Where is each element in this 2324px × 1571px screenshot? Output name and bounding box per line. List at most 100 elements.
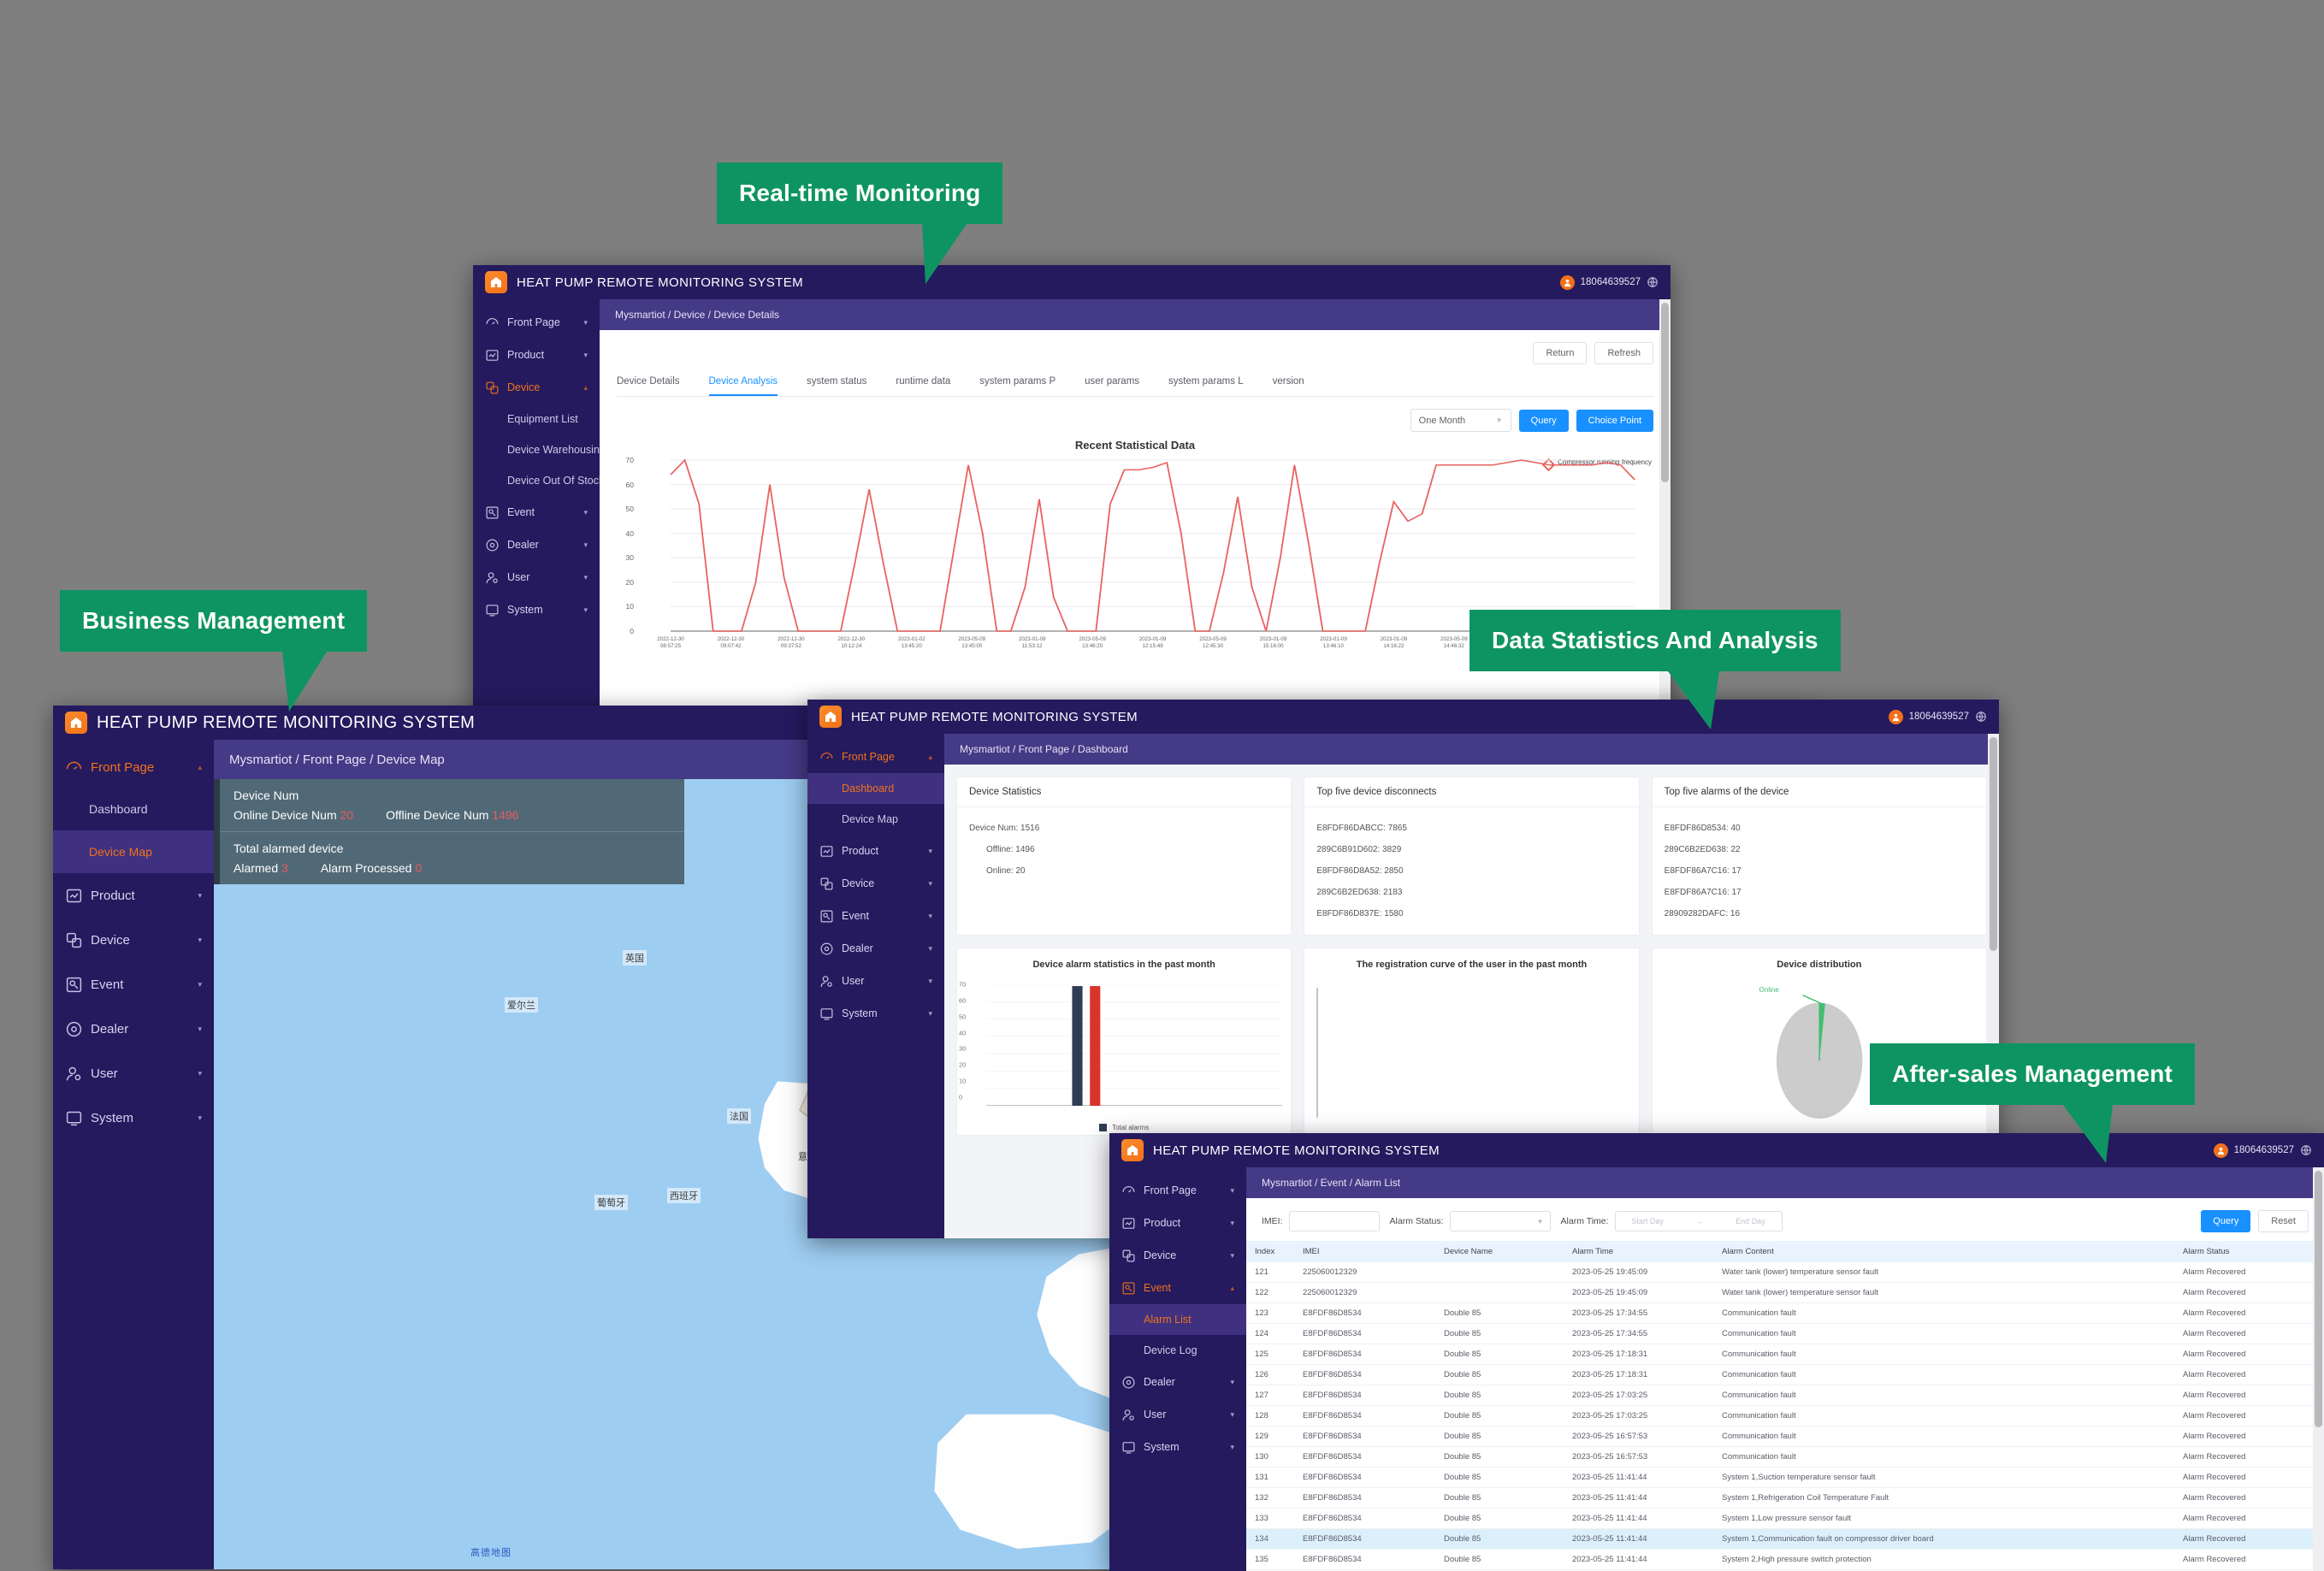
sidebar-subitem-equipment-list[interactable]: Equipment List [473,404,600,434]
cell-imei: E8FDF86D8534 [1294,1365,1435,1385]
imei-input[interactable] [1289,1211,1380,1231]
sidebar-item-device[interactable]: Device ▾ [1109,1239,1246,1272]
tab-system-params-l[interactable]: system params L [1168,376,1244,396]
tab-device-details[interactable]: Device Details [617,376,680,396]
sidebar-item-event[interactable]: Event ▾ [807,900,944,932]
range-select[interactable]: One Month ▼ [1410,409,1511,432]
tab-system-params-p[interactable]: system params P [979,376,1056,396]
table-row[interactable]: 129E8FDF86D8534Double 852023-05-25 16:57… [1246,1426,2324,1447]
sidebar-item-dealer[interactable]: Dealer ▾ [1109,1366,1246,1398]
sidebar-item-device[interactable]: Device ▴ [473,371,600,404]
sidebar-item-front-page[interactable]: Front Page ▴ [53,747,214,788]
cell-device-name: Double 85 [1435,1488,1564,1509]
sidebar-subitem-dashboard[interactable]: Dashboard [807,773,944,804]
query-button[interactable]: Query [1519,410,1569,432]
sidebar-item-user[interactable]: User ▾ [473,561,600,594]
chevron-down-icon: ▾ [1223,1410,1234,1420]
cell-alarm-time: 2023-05-25 17:03:25 [1564,1406,1713,1426]
sidebar-label: Device [507,381,540,393]
sidebar-subitem-device-out-of-stock[interactable]: Device Out Of Stock [473,465,600,496]
sidebar-item-system[interactable]: System ▾ [473,594,600,626]
table-row[interactable]: 1222250600123292023-05-25 19:45:09Water … [1246,1283,2324,1303]
sidebar[interactable]: Front Page ▴ Dashboard Device Map Produc… [53,740,214,1569]
query-button[interactable]: Query [2201,1210,2250,1232]
table-row[interactable]: 135E8FDF86D8534Double 852023-05-25 11:41… [1246,1550,2324,1570]
sidebar-item-front-page[interactable]: Front Page ▴ [807,741,944,773]
sidebar-item-dealer[interactable]: Dealer ▾ [807,932,944,965]
tab-runtime-data[interactable]: runtime data [896,376,950,396]
gauge-icon [1121,1184,1136,1198]
sidebar[interactable]: Front Page ▴ Dashboard Device Map Produc… [807,734,944,1238]
table-row[interactable]: 126E8FDF86D8534Double 852023-05-25 17:18… [1246,1365,2324,1385]
sidebar-item-product[interactable]: Product ▾ [1109,1207,1246,1239]
sidebar-item-product[interactable]: Product ▾ [53,873,214,918]
sidebar-item-system[interactable]: System ▾ [807,997,944,1030]
window-alarm-list[interactable]: HEAT PUMP REMOTE MONITORING SYSTEM 18064… [1109,1133,2324,1571]
vertical-scrollbar[interactable] [2313,1167,2324,1571]
device-icon [485,381,500,395]
sidebar-item-dealer[interactable]: Dealer ▾ [53,1007,214,1051]
sidebar-item-system[interactable]: System ▾ [1109,1431,1246,1463]
table-row[interactable]: 128E8FDF86D8534Double 852023-05-25 17:03… [1246,1406,2324,1426]
page-content: IMEI: Alarm Status: ▼ Alarm Time: Start … [1246,1198,2324,1571]
cell-device-name: Double 85 [1435,1324,1564,1344]
return-button[interactable]: Return [1533,342,1587,364]
sidebar-item-device[interactable]: Device ▾ [53,918,214,962]
alarm-status-select[interactable]: ▼ [1450,1211,1551,1231]
choice-point-button[interactable]: Choice Point [1576,410,1653,432]
sidebar-item-front-page[interactable]: Front Page ▾ [473,306,600,339]
table-row[interactable]: 134E8FDF86D8534Double 852023-05-25 11:41… [1246,1529,2324,1550]
table-row[interactable]: 127E8FDF86D8534Double 852023-05-25 17:03… [1246,1385,2324,1406]
tab-user-params[interactable]: user params [1085,376,1139,396]
sidebar-item-product[interactable]: Product ▾ [473,339,600,371]
sidebar-item-device[interactable]: Device ▾ [807,867,944,900]
cell-alarm-time: 2023-05-25 17:34:55 [1564,1303,1713,1324]
table-row[interactable]: 124E8FDF86D8534Double 852023-05-25 17:34… [1246,1324,2324,1344]
alarm-time-range[interactable]: Start Day → End Day [1615,1211,1783,1231]
avatar[interactable] [1560,275,1575,290]
globe-icon[interactable] [2300,1144,2312,1156]
reset-button[interactable]: Reset [2258,1210,2309,1232]
avatar[interactable] [2214,1143,2228,1158]
tab-system-status[interactable]: system status [807,376,866,396]
cell-alarm-content: System 2,High pressure switch protection [1713,1550,2174,1570]
refresh-button[interactable]: Refresh [1594,342,1653,364]
table-row[interactable]: 123E8FDF86D8534Double 852023-05-25 17:34… [1246,1303,2324,1324]
sidebar-subitem-alarm-list[interactable]: Alarm List [1109,1304,1246,1335]
cell-index: 125 [1246,1344,1294,1365]
globe-icon[interactable] [1647,276,1659,288]
sidebar-item-system[interactable]: System ▾ [53,1096,214,1140]
sidebar-item-user[interactable]: User ▾ [807,965,944,997]
cell-alarm-status: Alarm Recovered [2174,1468,2324,1488]
tab-version[interactable]: version [1273,376,1304,396]
sidebar-item-event[interactable]: Event ▾ [473,496,600,529]
cell-index: 135 [1246,1550,1294,1570]
sidebar-subitem-dashboard[interactable]: Dashboard [53,788,214,830]
legend-swatch-icon [1099,1124,1107,1131]
sidebar-subitem-device-log[interactable]: Device Log [1109,1335,1246,1366]
sidebar-subitem-device-warehousing[interactable]: Device Warehousing [473,434,600,465]
table-row[interactable]: 125E8FDF86D8534Double 852023-05-25 17:18… [1246,1344,2324,1365]
sidebar-item-dealer[interactable]: Dealer ▾ [473,529,600,561]
cell-alarm-time: 2023-05-25 17:03:25 [1564,1385,1713,1406]
sidebar-item-product[interactable]: Product ▾ [807,835,944,867]
table-row[interactable]: 132E8FDF86D8534Double 852023-05-25 11:41… [1246,1488,2324,1509]
sidebar-item-user[interactable]: User ▾ [53,1051,214,1096]
sidebar-item-user[interactable]: User ▾ [1109,1398,1246,1431]
sidebar-item-front-page[interactable]: Front Page ▾ [1109,1174,1246,1207]
globe-icon[interactable] [1975,711,1987,723]
avatar[interactable] [1889,710,1903,724]
tab-bar[interactable]: Device Details Device Analysis system st… [617,376,1653,397]
chevron-down-icon: ▾ [1223,1443,1234,1452]
table-row[interactable]: 131E8FDF86D8534Double 852023-05-25 11:41… [1246,1468,2324,1488]
sidebar[interactable]: Front Page ▾ Product ▾ Device ▾ Event ▴ [1109,1167,1246,1571]
table-row[interactable]: 1212250600123292023-05-25 19:45:09Water … [1246,1262,2324,1283]
table-row[interactable]: 130E8FDF86D8534Double 852023-05-25 16:57… [1246,1447,2324,1468]
sidebar-label: Dealer [842,942,873,954]
tab-device-analysis[interactable]: Device Analysis [709,376,778,396]
table-row[interactable]: 133E8FDF86D8534Double 852023-05-25 11:41… [1246,1509,2324,1529]
sidebar-item-event[interactable]: Event ▾ [53,962,214,1007]
sidebar-subitem-device-map[interactable]: Device Map [53,830,214,873]
sidebar-item-event[interactable]: Event ▴ [1109,1272,1246,1304]
sidebar-subitem-device-map[interactable]: Device Map [807,804,944,835]
